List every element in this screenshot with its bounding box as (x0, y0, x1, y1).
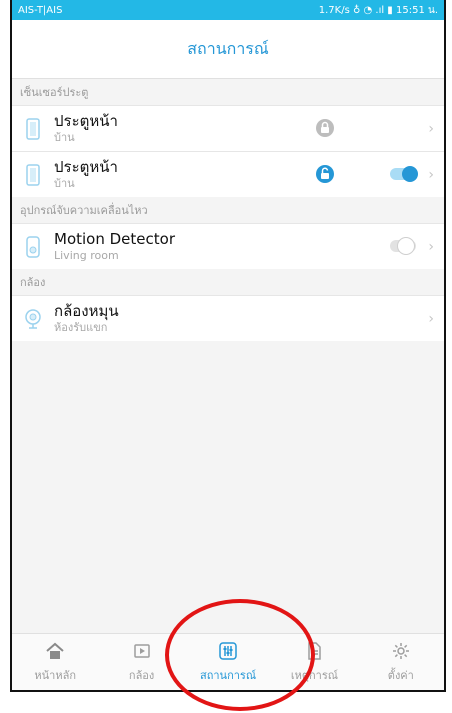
chevron-right-icon: › (428, 120, 434, 137)
header: สถานการณ์ (12, 20, 444, 79)
status-bar: AIS-T|AIS 1.7K/s ♁ ◔ .ıl ▮ 15:51 น. (12, 0, 444, 20)
lock-locked-icon (316, 119, 334, 137)
tab-label: เหตุการณ์ (290, 668, 338, 682)
device-name: กล้องหมุน (54, 302, 119, 320)
section-title: เซ็นเซอร์ประตู (20, 86, 89, 99)
device-location: บ้าน (54, 177, 75, 190)
tab-home[interactable]: หน้าหลัก (12, 634, 98, 690)
section-title: อุปกรณ์จับความเคลื่อนไหว (20, 204, 148, 217)
gear-icon (392, 642, 409, 659)
status-indicators: 1.7K/s ♁ ◔ .ıl ▮ 15:51 น. (318, 4, 438, 16)
section-cameras: กล้อง (12, 269, 444, 295)
device-row-door-1[interactable]: ประตูหน้า บ้าน › (12, 105, 444, 151)
document-icon (308, 641, 322, 660)
tab-label: หน้าหลัก (34, 668, 76, 682)
device-row-camera[interactable]: กล้องหมุน ห้องรับแขก › (12, 295, 444, 341)
device-location: Living room (54, 249, 119, 262)
device-row-motion[interactable]: Motion Detector Living room › (12, 223, 444, 269)
video-icon (133, 643, 150, 658)
device-location: ห้องรับแขก (54, 321, 108, 334)
device-name: Motion Detector (54, 230, 175, 248)
toggle-knob (402, 166, 418, 182)
lock-unlocked-icon (316, 165, 334, 183)
tab-label: กล้อง (128, 668, 155, 682)
sliders-icon (219, 641, 237, 660)
toggle-switch-on[interactable] (390, 166, 418, 182)
tab-camera[interactable]: กล้อง (98, 634, 184, 690)
door-sensor-icon (26, 117, 40, 140)
tab-settings[interactable]: ตั้งค่า (358, 634, 444, 690)
device-location: บ้าน (54, 131, 75, 144)
motion-sensor-icon (26, 235, 40, 258)
chevron-right-icon: › (428, 238, 434, 255)
tab-scenario[interactable]: สถานการณ์ (185, 634, 271, 690)
tab-label: สถานการณ์ (200, 668, 257, 682)
section-door-sensors: เซ็นเซอร์ประตู (12, 79, 444, 105)
section-motion-sensors: อุปกรณ์จับความเคลื่อนไหว (12, 197, 444, 223)
chevron-right-icon: › (428, 166, 434, 183)
tab-label: ตั้งค่า (387, 668, 414, 682)
toggle-knob (398, 238, 414, 254)
device-row-door-2[interactable]: ประตูหน้า บ้าน › (12, 151, 444, 197)
page-title: สถานการณ์ (187, 38, 269, 58)
carrier-label: AIS-T|AIS (18, 4, 63, 16)
home-icon (46, 642, 64, 659)
door-sensor-icon (26, 163, 40, 186)
section-title: กล้อง (20, 276, 46, 289)
tab-events[interactable]: เหตุการณ์ (271, 634, 357, 690)
toggle-switch-off[interactable] (390, 238, 416, 254)
rotating-camera-icon (25, 308, 41, 329)
app-screen: AIS-T|AIS 1.7K/s ♁ ◔ .ıl ▮ 15:51 น. สถาน… (10, 0, 446, 692)
bottom-tab-bar: หน้าหลัก กล้อง สถานการณ์ เหตุการณ์ ตั้งค… (12, 633, 444, 690)
device-name: ประตูหน้า (54, 112, 118, 130)
chevron-right-icon: › (428, 310, 434, 327)
device-name: ประตูหน้า (54, 158, 118, 176)
